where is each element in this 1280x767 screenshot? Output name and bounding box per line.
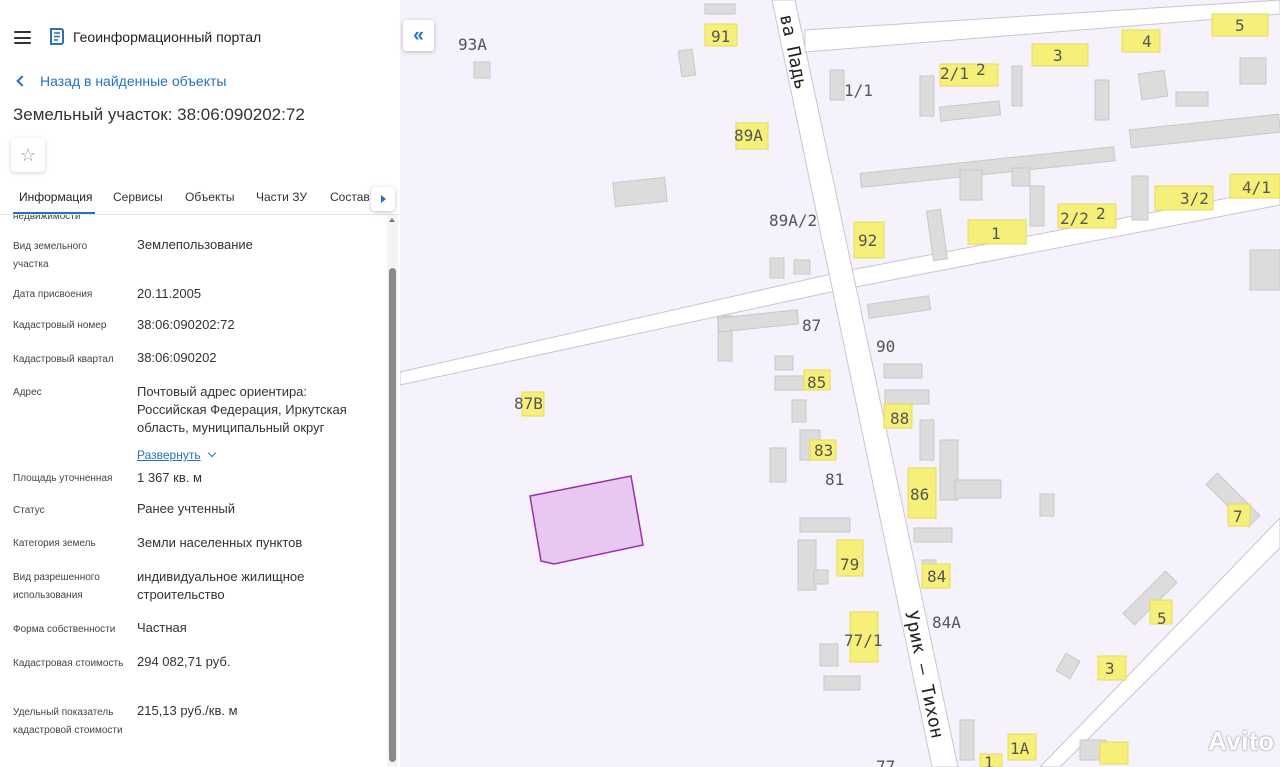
prop-label: Вид земельного участка: [13, 241, 88, 270]
chevron-down-icon: [207, 448, 216, 458]
tab-parts[interactable]: Части ЗУ: [256, 190, 307, 204]
map-label: 2: [976, 60, 986, 79]
map-label: 1А: [1010, 739, 1030, 758]
map-label: 2/1: [940, 64, 969, 83]
map-label: 90: [876, 337, 895, 356]
scrollbar-thumb[interactable]: [389, 268, 396, 762]
prop-label: Кадастровый номер: [13, 320, 107, 331]
tab-information[interactable]: Информация: [19, 190, 92, 204]
map-label: 93А: [458, 35, 487, 54]
prop-value: 294 082,71 руб.: [137, 654, 231, 669]
app-title: Геоинформационный портал: [73, 29, 262, 45]
back-link-label: Назад в найденные объекты: [40, 73, 227, 89]
tab-bar: Информация Сервисы Объекты Части ЗУ Сост…: [0, 180, 400, 214]
map-view[interactable]: 93А 91 4 3 5 2/1 2 1/1 89А 3/2 4/1 2/2 2…: [400, 0, 1280, 767]
prop-value-address: Почтовый адрес ориентира: Российская Фед…: [137, 384, 347, 435]
page-title: Земельный участок: 38:06:090202:72: [13, 105, 305, 124]
map-label: 89А: [734, 126, 763, 145]
favorite-star-button[interactable]: ☆: [11, 138, 45, 172]
chevron-right-icon: [380, 195, 386, 203]
map-label: 89А/2: [769, 211, 817, 230]
map-label: 2: [1096, 204, 1106, 223]
info-panel: Геоинформационный портал Назад в найденн…: [0, 0, 400, 767]
prop-value: 1 367 кв. м: [137, 470, 202, 485]
map-label: 4: [1142, 32, 1152, 51]
map-label: 1: [991, 224, 1001, 243]
prop-label: Площадь уточненная: [13, 473, 113, 484]
collapse-panel-button[interactable]: «: [403, 20, 434, 51]
map-label: 1/1: [844, 81, 873, 100]
map-label: 7: [1233, 507, 1243, 526]
map-label: 1: [984, 753, 994, 767]
map-label: 92: [858, 231, 877, 250]
hamburger-menu-icon[interactable]: [14, 31, 31, 44]
map-label: 87В: [514, 394, 543, 413]
prop-label: Удельный показатель кадастровой стоимост…: [13, 707, 123, 736]
scroll-up-arrow-icon[interactable]: [389, 218, 395, 222]
chevron-left-icon: [16, 75, 28, 87]
map-label: 3/2: [1180, 189, 1209, 208]
selected-land-parcel[interactable]: [529, 475, 644, 565]
avito-watermark: Avito: [1208, 726, 1275, 756]
star-icon: ☆: [19, 144, 37, 165]
map-label: 88: [890, 409, 909, 428]
prop-value: Частная: [137, 620, 187, 635]
expand-label: Развернуть: [137, 448, 201, 462]
map-label: 84: [927, 567, 946, 586]
map-label: 3: [1053, 46, 1063, 65]
prop-value: 20.11.2005: [137, 286, 202, 301]
tab-composition[interactable]: Состав: [330, 190, 370, 204]
map-label: 81: [825, 470, 844, 489]
prop-value: 38:06:090202: [137, 350, 217, 365]
properties-list: недвижимости Вид земельного участка Земл…: [0, 200, 386, 767]
map-label: 85: [807, 373, 826, 392]
expand-address-link[interactable]: Развернуть: [137, 448, 216, 462]
back-to-results-link[interactable]: Назад в найденные объекты: [14, 73, 226, 93]
prop-label: Кадастровая стоимость: [13, 658, 124, 669]
map-label: 5: [1157, 609, 1167, 628]
map-label: 79: [840, 555, 859, 574]
map-label: 83: [814, 441, 833, 460]
prop-label: Адрес: [13, 387, 42, 398]
tab-objects[interactable]: Объекты: [185, 190, 235, 204]
prop-value: индивидуальное жилищное строительство: [137, 569, 305, 602]
prop-label: Статус: [13, 505, 45, 516]
tabs-scroll-right-button[interactable]: [371, 187, 395, 211]
map-label: 84А: [932, 613, 961, 632]
prop-label: Категория земель: [13, 538, 96, 549]
map-label: 3: [1105, 659, 1115, 678]
map-label: 5: [1235, 16, 1245, 35]
map-label: 2/2: [1060, 209, 1089, 228]
map-label: 77/1: [844, 631, 883, 650]
prop-value: 38:06:090202:72: [137, 317, 235, 332]
map-label: 87: [802, 316, 821, 335]
prop-label: Кадастровый квартал: [13, 354, 114, 365]
map-label: 86: [910, 485, 929, 504]
roads: [400, 0, 1280, 767]
map-canvas[interactable]: 93А 91 4 3 5 2/1 2 1/1 89А 3/2 4/1 2/2 2…: [400, 0, 1280, 767]
tab-services[interactable]: Сервисы: [113, 190, 163, 204]
prop-label: Вид разрешенного использования: [13, 572, 100, 601]
tabs-divider: [0, 214, 400, 215]
app-header: Геоинформационный портал: [0, 14, 400, 60]
prop-value: Ранее учтенный: [137, 501, 235, 516]
prop-label: Форма собственности: [13, 624, 116, 635]
portal-logo-icon: [50, 28, 64, 45]
prop-value: Земли населенных пунктов: [137, 535, 303, 550]
prop-value: 215,13 руб./кв. м: [137, 703, 238, 718]
map-label: 91: [711, 27, 730, 46]
double-chevron-left-icon: «: [413, 24, 424, 46]
prop-value: Землепользование: [137, 237, 253, 252]
map-label: 77: [876, 757, 895, 767]
map-label: 4/1: [1242, 178, 1271, 197]
prop-label: Дата присвоения: [13, 289, 93, 300]
